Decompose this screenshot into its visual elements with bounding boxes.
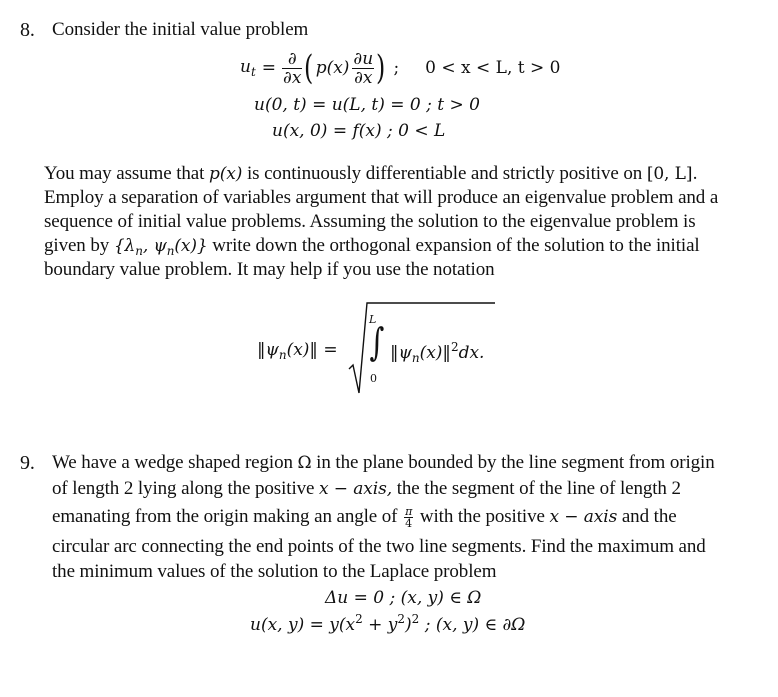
problem9-line-4: circular arc connecting the end points o… xyxy=(52,536,706,557)
pde-condition: 0 < x < L, t > 0 xyxy=(425,58,561,78)
integrand: ‖ψn(x)‖2dx. xyxy=(390,340,485,365)
pi-over-4-fraction: π4 xyxy=(404,505,414,531)
paragraph-line-1: You may assume that p(x) is continuously… xyxy=(44,163,698,184)
boundary-condition: u(x, y) = y(x2 + y2)2 ; (x, y) ∈ ∂Ω xyxy=(250,612,526,635)
paragraph-line-2: Employ a separation of variables argumen… xyxy=(44,187,719,208)
u-t: ut xyxy=(240,57,256,79)
equals-sign: = xyxy=(261,58,277,78)
integral-lower-limit: 0 xyxy=(370,372,377,385)
p-of-x: p(x) xyxy=(315,58,350,78)
initial-condition: u(x, 0) = f(x) ; 0 < L xyxy=(272,121,446,141)
paragraph-line-4: given by {λn, ψn(x)} write down the orth… xyxy=(44,235,700,258)
partial-derivative-fraction: ∂ ∂x xyxy=(282,48,303,88)
problem9-line-1: We have a wedge shaped region Ω in the p… xyxy=(52,452,715,473)
semicolon: ; xyxy=(393,58,400,78)
problem-number: 8. xyxy=(20,19,35,41)
left-paren: ( xyxy=(304,48,314,88)
boundary-condition: u(0, t) = u(L, t) = 0 ; t > 0 xyxy=(254,95,480,115)
paragraph-line-5: boundary value problem. It may help if y… xyxy=(44,259,495,280)
pde-equation: ut = ∂ ∂x ( p(x) ∂u ∂x ) ; 0 < x < L, t … xyxy=(240,46,560,90)
right-paren: ) xyxy=(376,48,386,88)
laplace-equation: Δu = 0 ; (x, y) ∈ Ω xyxy=(325,588,482,608)
problem9-line-3: emanating from the origin making an angl… xyxy=(52,505,677,531)
paragraph-line-3: sequence of initial value problems. Assu… xyxy=(44,211,696,232)
problem-number: 9. xyxy=(20,452,35,474)
problem-intro: Consider the initial value problem xyxy=(52,19,309,40)
problem9-line-5: the minimum values of the solution to th… xyxy=(52,561,497,582)
norm-lhs: ‖ψn(x)‖ = xyxy=(257,340,338,362)
integral-sign: ∫ xyxy=(369,320,385,364)
du-dx-fraction: ∂u ∂x xyxy=(352,48,375,88)
problem9-line-2: of length 2 lying along the positive x −… xyxy=(52,478,681,499)
